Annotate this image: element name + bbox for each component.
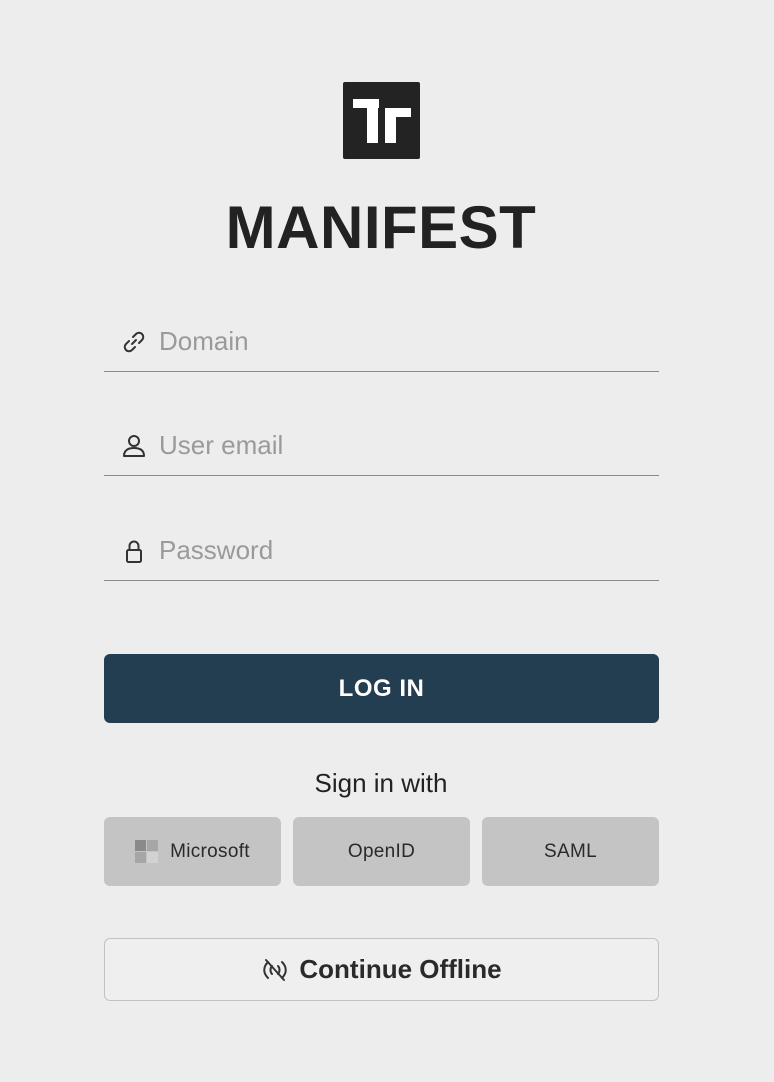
openid-label: OpenID xyxy=(347,840,416,862)
saml-label: SAML xyxy=(544,840,597,862)
manifest-logo-icon xyxy=(343,82,420,159)
email-field xyxy=(104,414,659,476)
continue-offline-button[interactable]: Continue Offline xyxy=(104,938,659,1001)
login-button[interactable]: LOG IN xyxy=(104,654,659,723)
login-page: MANIFEST LOG IN Sign in with xyxy=(0,0,774,1082)
app-title: MANIFEST xyxy=(225,194,537,261)
password-field xyxy=(104,519,659,581)
link-icon xyxy=(123,331,145,353)
domain-input[interactable] xyxy=(159,318,649,364)
user-icon xyxy=(123,435,145,457)
sign-in-with-heading: Sign in with xyxy=(314,768,448,798)
microsoft-icon xyxy=(135,840,159,863)
email-input[interactable] xyxy=(159,422,649,468)
offline-signal-icon xyxy=(263,958,288,981)
microsoft-sign-in-button[interactable]: Microsoft xyxy=(104,817,281,886)
domain-field xyxy=(104,310,659,372)
openid-sign-in-button[interactable]: OpenID xyxy=(293,817,470,886)
continue-offline-label: Continue Offline xyxy=(299,954,502,984)
lock-icon xyxy=(126,540,142,563)
microsoft-label: Microsoft xyxy=(170,840,250,862)
saml-sign-in-button[interactable]: SAML xyxy=(482,817,659,886)
password-input[interactable] xyxy=(159,527,649,573)
